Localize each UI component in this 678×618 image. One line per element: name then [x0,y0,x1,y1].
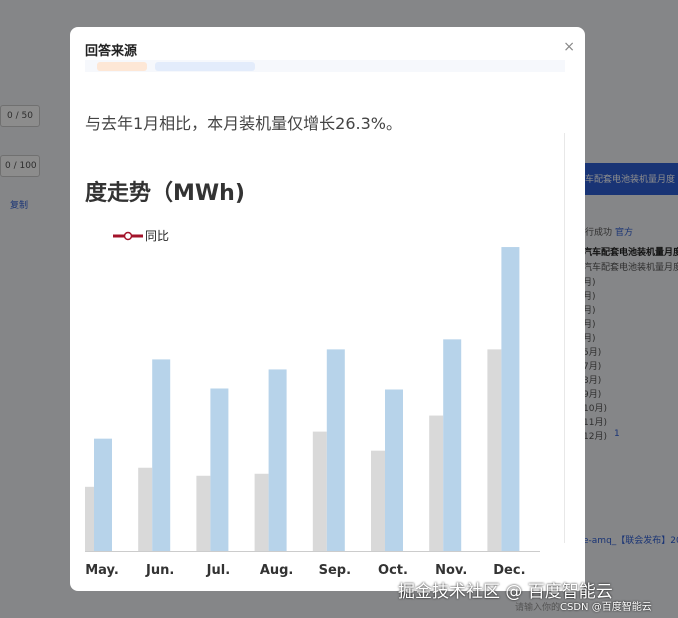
dialog-title: 回答来源 [85,44,138,59]
source-header-strip [85,60,565,72]
watermark-sub: CSDN @百度智能云 [560,602,652,613]
tag [155,62,255,71]
bar-current-Dec [501,247,520,551]
x-tick-label: Jul. [206,563,231,578]
bar-previous-Oct [371,450,385,551]
bar-current-Jun [152,359,171,551]
bar-previous-Aug [254,473,269,551]
bar-previous-Nov [429,415,444,551]
tag [97,62,147,71]
bar-previous-Sep [312,431,327,551]
bar-previous-Jun [138,467,153,551]
chart-heading: 度走势（MWh) [85,181,245,206]
x-tick-label: Sep. [319,563,351,578]
close-icon[interactable]: × [563,39,575,55]
bar-previous-Jul [196,475,211,551]
bar-current-Nov [443,339,462,551]
x-tick-label: Aug. [260,563,294,578]
x-tick-label: Nov. [435,563,467,578]
bar-current-Jul [210,388,229,551]
bar-previous-May [85,486,94,551]
bar-previous-Dec [487,349,502,551]
x-tick-label: Jun. [145,563,174,578]
bar-current-May [94,438,112,551]
bar-current-Aug [268,369,287,551]
x-tick-label: May. [85,563,119,578]
bar-current-Sep [326,349,345,551]
source-paragraph: 与去年1月相比，本月装机量仅增长26.3%。 [85,114,403,133]
x-tick-label: Dec. [493,563,525,578]
x-tick-label: Oct. [378,563,408,578]
bar-current-Oct [385,389,403,551]
bar-chart: May. Jun. Jul. Aug. Sep. Oct. Nov. Dec. [85,247,540,578]
